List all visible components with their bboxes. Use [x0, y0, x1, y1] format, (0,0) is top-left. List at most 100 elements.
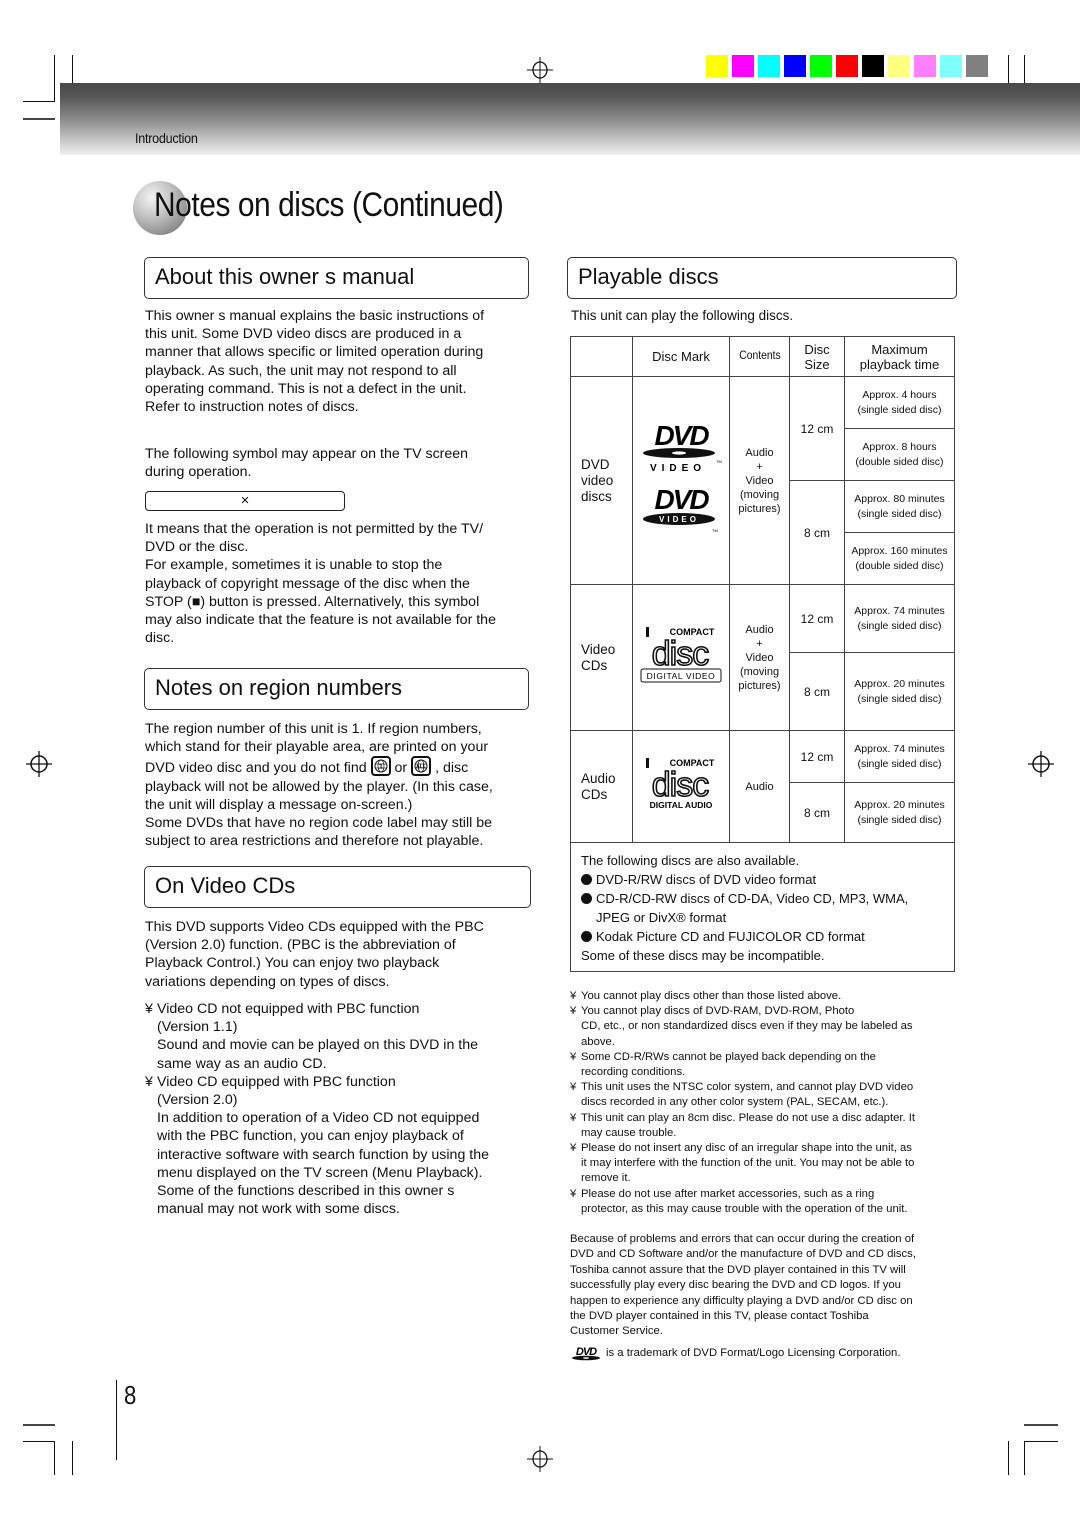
color-swatch	[914, 55, 936, 77]
list-item: ¥ Please do not use after market accessor…	[570, 1187, 908, 1215]
text-line: operating command. This is not a defect …	[145, 380, 467, 397]
disc-size: 8 cm	[789, 480, 845, 585]
color-swatch	[966, 55, 988, 77]
text-line: the unit will display a message on-scree…	[145, 796, 413, 813]
list-item: ¥ Video CD equipped with PBC function (V…	[145, 1073, 489, 1218]
section-heading-video-cds: On Video CDs	[144, 866, 531, 908]
text-line: Some DVDs that have no region code label…	[145, 815, 492, 832]
header-max-playback-time: Maximum playback time	[844, 336, 955, 377]
text-line: DVD or the disc.	[145, 539, 249, 556]
prohibited-symbol-box: ×	[145, 491, 345, 511]
registration-mark-icon	[527, 57, 553, 83]
text-line: manner that allows specific or limited o…	[145, 344, 484, 361]
playback-time: Approx. 4 hours (single sided disc)	[844, 376, 955, 429]
header-disc-mark: Disc Mark	[632, 336, 730, 377]
svg-text:ALL: ALL	[416, 764, 426, 770]
list-item: ¥ This unit can play an 8cm disc. Please …	[570, 1111, 916, 1139]
playback-time: Approx. 20 minutes (single sided disc)	[844, 652, 955, 731]
svg-text:TM: TM	[716, 459, 722, 464]
header-contents: Contents	[732, 336, 787, 377]
color-swatch	[784, 55, 806, 77]
playback-time: Approx. 74 minutes (single sided disc)	[844, 730, 955, 783]
playback-time: Approx. 8 hours (double sided disc)	[844, 428, 955, 481]
text-line: playback of copyright message of the dis…	[145, 575, 470, 592]
text-line: This owner s manual explains the basic i…	[145, 308, 485, 324]
page-number-rule	[116, 1380, 117, 1460]
region-text: The region number of this unit is 1. If …	[145, 720, 535, 850]
list-item: ¥ This unit uses the NTSC color system, a…	[570, 1081, 914, 1109]
list-item: ¥ Some CD-R/RWs cannot be played back dep…	[570, 1050, 876, 1079]
registration-mark-icon	[527, 1446, 553, 1472]
text-line: Refer to instruction notes of discs.	[145, 399, 359, 416]
vcd-intro: This DVD supports Video CDs equipped wit…	[145, 918, 535, 991]
color-swatch	[810, 55, 832, 77]
disc-size: 12 cm	[789, 584, 845, 653]
trademark-line: DVD is a trademark of DVD Format/Logo Li…	[570, 1345, 900, 1361]
dvd-logo-small-icon: DVD	[572, 1346, 600, 1361]
color-calibration-bar	[706, 55, 988, 77]
prohibited-x-icon: ×	[240, 492, 250, 509]
table-row: DVD video discs DVD VIDEO TM DVD VIDEO T…	[570, 376, 955, 585]
playable-intro: This unit can play the following discs.	[571, 308, 794, 323]
svg-text:VIDEO: VIDEO	[659, 515, 699, 524]
playback-time: Approx. 160 minutes (double sided disc)	[844, 532, 955, 585]
text-line: may also indicate that the feature is no…	[145, 612, 496, 629]
also-available-cell: The following discs are also available. …	[570, 842, 955, 972]
text-line: The region number of this unit is 1. If …	[145, 721, 482, 737]
bullet-dot-icon	[581, 893, 592, 904]
registration-mark-icon	[26, 751, 52, 777]
svg-text:DIGITAL AUDIO: DIGITAL AUDIO	[650, 800, 713, 810]
list-item: Kodak Picture CD and FUJICOLOR CD format	[581, 927, 944, 946]
list-item: ¥ Video CD not equipped with PBC functio…	[145, 1001, 478, 1072]
playback-time: Approx. 20 minutes (single sided disc)	[844, 782, 955, 843]
svg-text:TM: TM	[712, 528, 718, 533]
compact-disc-digital-audio-logo-icon: COMPACT disc DIGITAL AUDIO	[632, 730, 730, 843]
disc-notes-list: ¥ You cannot play discs other than those …	[570, 989, 962, 1217]
playback-time: Approx. 74 minutes (single sided disc)	[844, 584, 955, 653]
disc-size: 12 cm	[789, 376, 845, 481]
svg-text:DVD: DVD	[654, 484, 709, 515]
bullet-dot-icon	[581, 874, 592, 885]
text-line: For example, sometimes it is unable to s…	[145, 557, 443, 574]
text-line: playback. As such, the unit may not resp…	[145, 362, 457, 379]
section-heading-playable-discs: Playable discs	[567, 257, 957, 299]
header-disc-size: Disc Size	[789, 336, 845, 377]
bullet-dot-icon	[581, 931, 592, 942]
about-manual-para-1: This owner s manual explains the basic i…	[145, 307, 530, 416]
color-swatch	[888, 55, 910, 77]
list-item: ¥ You cannot play discs of DVD-RAM, DVD-R…	[570, 1005, 913, 1048]
text-line: It means that the operation is not permi…	[145, 521, 484, 537]
compact-disc-digital-video-logo-icon: COMPACT disc DIGITAL VIDEO	[632, 584, 730, 731]
bullet-mark: ¥	[145, 1073, 153, 1090]
color-swatch	[862, 55, 884, 77]
text-line: which stand for their playable area, are…	[145, 739, 489, 756]
list-item: CD-R/CD-RW discs of CD-DA, Video CD, MP3…	[581, 889, 944, 908]
color-swatch	[706, 55, 728, 77]
text-line: DVD video disc and you do not find 1 or …	[145, 756, 535, 777]
text-line: subject to area restrictions and therefo…	[145, 833, 484, 850]
text-line: (Version 2.0) function. (PBC is the abbr…	[145, 937, 456, 954]
vcd-items: ¥ Video CD not equipped with PBC functio…	[145, 1000, 537, 1218]
color-swatch	[940, 55, 962, 77]
page-number: 8	[124, 1380, 137, 1410]
svg-text:DVD: DVD	[654, 420, 709, 451]
page-title: Notes on discs (Continued)	[154, 186, 504, 224]
registration-mark-icon	[1028, 751, 1054, 777]
list-item: ¥ You cannot play discs other than those …	[570, 990, 842, 1002]
list-item: ¥ Please do not insert any disc of an irr…	[570, 1142, 915, 1185]
svg-text:VIDEO: VIDEO	[650, 463, 706, 474]
disc-contents: Audio + Video (moving pictures)	[729, 584, 790, 731]
svg-text:DIGITAL VIDEO: DIGITAL VIDEO	[647, 671, 716, 681]
section-label: Introduction	[135, 130, 198, 146]
disc-contents: Audio	[729, 730, 790, 843]
header-band	[60, 83, 1080, 155]
disclaimer-paragraph: Because of problems and errors that can …	[570, 1233, 916, 1338]
disc-type: Audio CDs	[570, 730, 633, 843]
list-item: DVD-R/RW discs of DVD video format	[581, 870, 944, 889]
text-line: STOP (■) button is pressed. Alternativel…	[145, 593, 480, 610]
section-heading-about-manual: About this owner s manual	[144, 257, 529, 299]
disc-size: 8 cm	[789, 652, 845, 731]
region-1-globe-icon: 1	[370, 756, 391, 777]
table-row: The following discs are also available. …	[570, 842, 955, 972]
section-heading-region: Notes on region numbers	[144, 668, 529, 710]
